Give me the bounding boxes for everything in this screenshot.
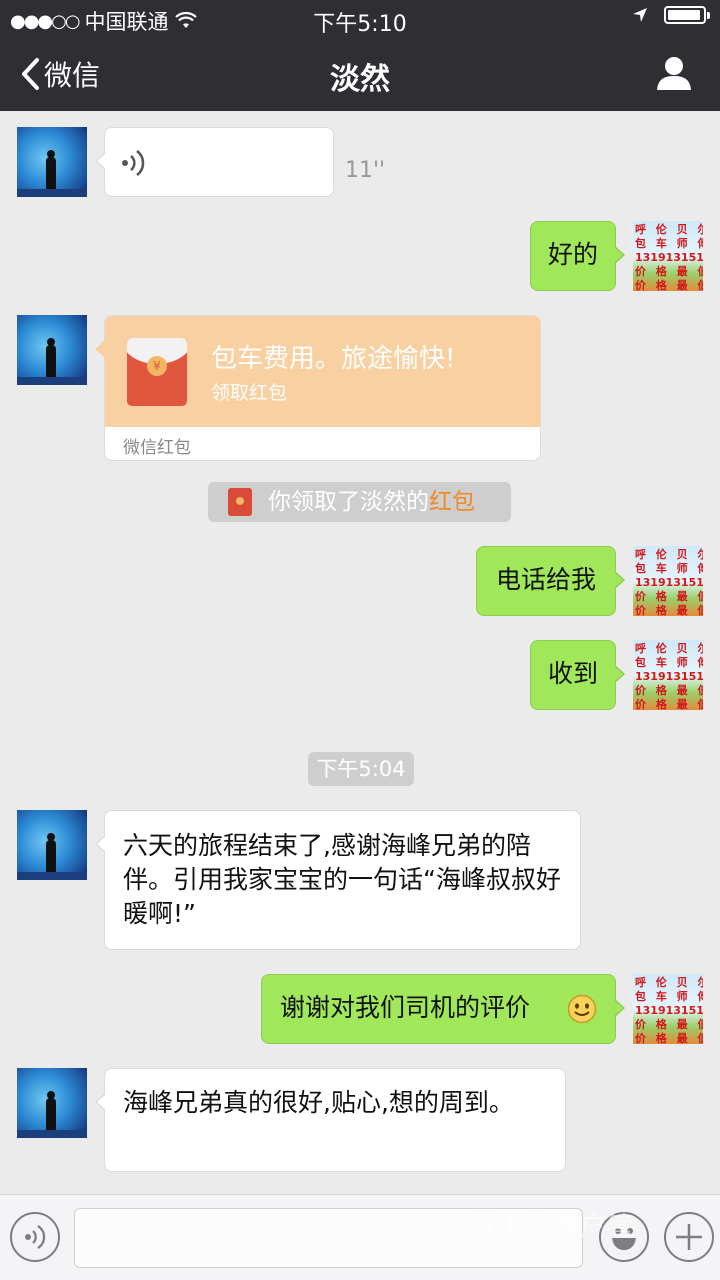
message-bubble[interactable]: 电话给我 [475, 546, 626, 616]
red-packet-subtitle: 领取红包 [211, 382, 288, 404]
message-bubble[interactable]: 收到 [529, 640, 626, 710]
profile-icon[interactable] [654, 54, 694, 94]
smile-emoji-icon [567, 994, 597, 1024]
red-packet-card[interactable]: ¥ 包车费用。旅途愉快! 领取红包 微信红包 [95, 315, 541, 461]
nav-bar: 微信 淡然 [0, 40, 720, 108]
watermark: 百排名商户管 [468, 1212, 637, 1242]
my-avatar[interactable]: 呼 伦 贝 尔 包 车 师 傅 13191315131 价 格 最 低 价 格 … [633, 221, 703, 291]
contact-avatar[interactable] [17, 810, 87, 880]
voice-duration: 11'' [345, 158, 386, 183]
status-time: 下午5:10 [313, 12, 407, 37]
my-avatar[interactable]: 呼 伦 贝 尔 包 车 师 傅 13191315131 价 格 最 低 价 格 … [633, 974, 703, 1044]
top-bar: ●●●○○ 中国联通 下午5:10 微信 淡然 [0, 0, 720, 111]
contact-avatar[interactable] [17, 315, 87, 385]
contact-avatar[interactable] [17, 127, 87, 197]
chat-title: 淡然 [330, 62, 390, 97]
message-bubble[interactable]: 谢谢对我们司机的评价 [261, 974, 625, 1044]
voice-input-button[interactable] [10, 1212, 60, 1262]
chat-timestamp: 下午5:04 [308, 752, 414, 786]
my-avatar[interactable]: 呼 伦 贝 尔 包 车 师 傅 13191315131 价 格 最 低 价 格 … [633, 640, 703, 710]
red-packet-footer: 微信红包 [123, 438, 191, 458]
plus-icon [676, 1224, 702, 1250]
message-bubble[interactable]: 海峰兄弟真的很好,贴心,想的周到。 [95, 1068, 566, 1172]
system-notice: 你领取了淡然的红包 [208, 482, 511, 522]
contact-avatar[interactable] [17, 1068, 87, 1138]
red-packet-title: 包车费用。旅途愉快! [211, 344, 456, 374]
message-bubble[interactable]: 六天的旅程结束了,感谢海峰兄弟的陪伴。引用我家宝宝的一句话“海峰叔叔好暖啊!” [95, 810, 581, 950]
status-bar: ●●●○○ 中国联通 下午5:10 [0, 0, 720, 37]
voice-wave-icon [25, 1225, 46, 1249]
my-avatar[interactable]: 呼 伦 贝 尔 包 车 师 傅 13191315131 价 格 最 低 价 格 … [633, 546, 703, 616]
more-button[interactable] [664, 1212, 714, 1262]
battery-icon [664, 6, 710, 24]
message-bubble[interactable]: 好的 [529, 221, 626, 291]
voice-wave-icon [122, 150, 145, 176]
voice-message-bubble[interactable] [95, 127, 334, 197]
red-envelope-icon: ¥ [127, 338, 187, 406]
red-envelope-icon [228, 488, 252, 516]
red-packet-link[interactable]: 红包 [429, 489, 475, 515]
location-arrow-icon [633, 8, 647, 22]
